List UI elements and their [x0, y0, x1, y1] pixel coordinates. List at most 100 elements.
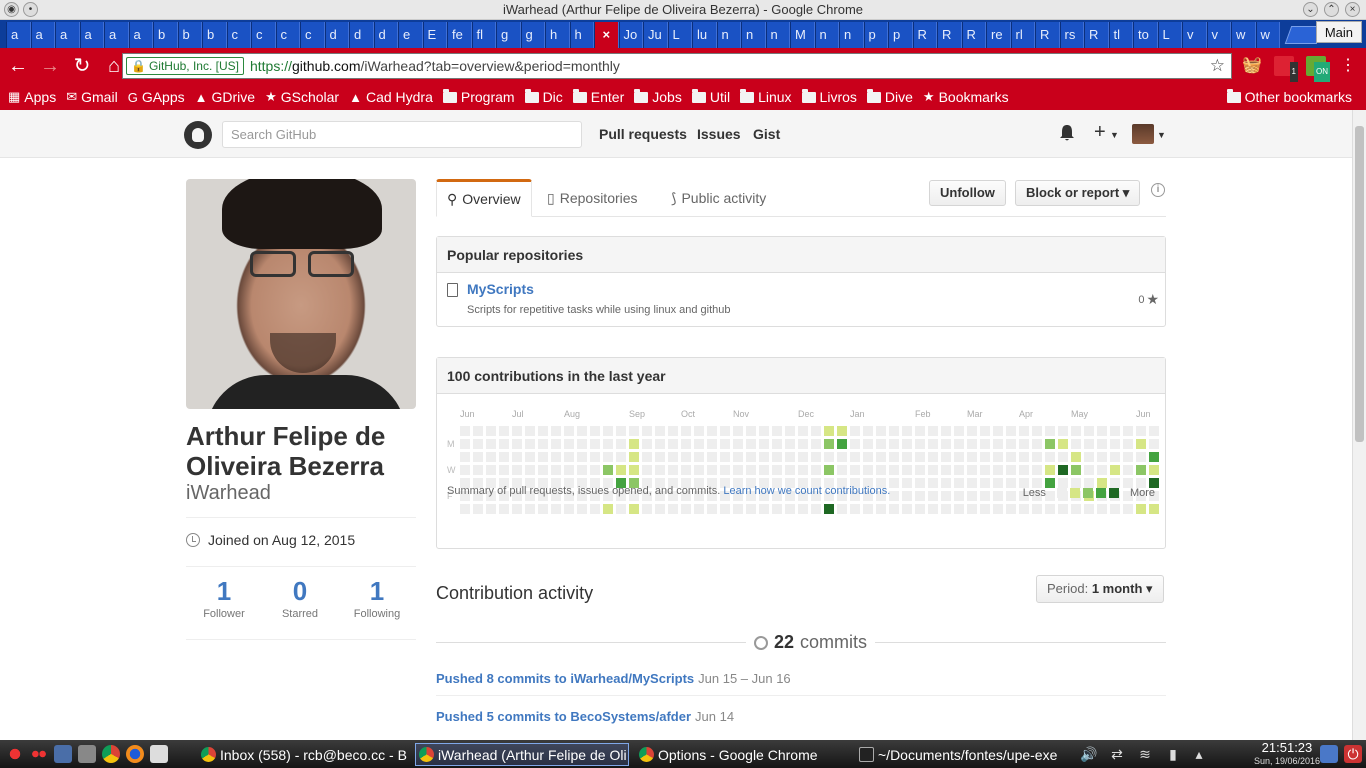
contribution-day[interactable]: [928, 491, 938, 501]
contribution-day[interactable]: [707, 452, 717, 462]
window-menu-icon[interactable]: •: [23, 2, 38, 17]
extension-calendar-icon[interactable]: 1: [1274, 56, 1298, 82]
contribution-day[interactable]: [720, 465, 730, 475]
contribution-day[interactable]: [707, 439, 717, 449]
contribution-day[interactable]: [980, 504, 990, 514]
launcher-dots-icon[interactable]: [30, 745, 48, 763]
browser-tab[interactable]: v: [1182, 22, 1207, 48]
github-logo-icon[interactable]: [184, 121, 212, 149]
contribution-day[interactable]: [941, 452, 951, 462]
contribution-day[interactable]: [967, 452, 977, 462]
bookmark-program[interactable]: Program: [442, 88, 515, 105]
contribution-day[interactable]: [1084, 426, 1094, 436]
contribution-day[interactable]: [863, 439, 873, 449]
contribution-day[interactable]: [1058, 426, 1068, 436]
contribution-day[interactable]: [694, 439, 704, 449]
contribution-day[interactable]: [642, 465, 652, 475]
contribution-day[interactable]: [1019, 452, 1029, 462]
contribution-day[interactable]: [954, 491, 964, 501]
chrome-launcher-icon[interactable]: [102, 745, 120, 763]
start-menu-icon[interactable]: [6, 745, 24, 763]
contribution-day[interactable]: [1019, 439, 1029, 449]
contribution-day[interactable]: [824, 439, 834, 449]
contribution-day[interactable]: [889, 426, 899, 436]
volume-icon[interactable]: 🔊: [1080, 745, 1098, 763]
contribution-day[interactable]: [993, 439, 1003, 449]
contribution-day[interactable]: [1110, 504, 1120, 514]
contribution-day[interactable]: [499, 426, 509, 436]
contribution-day[interactable]: [707, 504, 717, 514]
contribution-day[interactable]: [850, 426, 860, 436]
browser-tab[interactable]: e: [398, 22, 423, 48]
contribution-day[interactable]: [538, 504, 548, 514]
contribution-day[interactable]: [954, 426, 964, 436]
contribution-day[interactable]: [772, 465, 782, 475]
bookmark-gmail[interactable]: ✉ Gmail: [66, 89, 117, 105]
contribution-day[interactable]: [564, 504, 574, 514]
browser-tab[interactable]: R: [961, 22, 986, 48]
browser-tab[interactable]: E: [422, 22, 447, 48]
browser-tab[interactable]: w: [1255, 22, 1280, 48]
nav-issues[interactable]: Issues: [697, 126, 741, 142]
contribution-day[interactable]: [980, 491, 990, 501]
contribution-day[interactable]: [1149, 426, 1159, 436]
bookmark-enter[interactable]: Enter: [572, 88, 624, 105]
contribution-day[interactable]: [551, 465, 561, 475]
contribution-day[interactable]: [915, 452, 925, 462]
contribution-day[interactable]: [759, 465, 769, 475]
contribution-day[interactable]: [837, 504, 847, 514]
contribution-day[interactable]: [915, 478, 925, 488]
contribution-day[interactable]: [746, 504, 756, 514]
browser-tab[interactable]: lu: [692, 22, 717, 48]
wifi-icon[interactable]: ≋: [1136, 745, 1154, 763]
contribution-day[interactable]: [1019, 426, 1029, 436]
browser-tab[interactable]: tl: [1108, 22, 1133, 48]
browser-tab[interactable]: fe: [447, 22, 472, 48]
browser-tab[interactable]: n: [765, 22, 790, 48]
contribution-day[interactable]: [889, 491, 899, 501]
bookmark-gapps[interactable]: G GApps: [128, 89, 185, 105]
period-select[interactable]: Period: 1 month ▾: [1036, 575, 1164, 603]
contribution-day[interactable]: [525, 439, 535, 449]
contribution-day[interactable]: [850, 452, 860, 462]
contribution-day[interactable]: [967, 465, 977, 475]
contribution-day[interactable]: [629, 504, 639, 514]
contribution-day[interactable]: [1097, 465, 1107, 475]
browser-tab[interactable]: b: [202, 22, 227, 48]
contribution-day[interactable]: [1058, 465, 1068, 475]
contribution-day[interactable]: [577, 426, 587, 436]
contribution-day[interactable]: [512, 452, 522, 462]
contribution-day[interactable]: [980, 439, 990, 449]
contribution-day[interactable]: [1006, 465, 1016, 475]
browser-tab[interactable]: Ju: [643, 22, 668, 48]
contribution-day[interactable]: [603, 452, 613, 462]
contribution-day[interactable]: [499, 504, 509, 514]
contribution-day[interactable]: [720, 452, 730, 462]
contribution-day[interactable]: [941, 426, 951, 436]
other-bookmarks[interactable]: Other bookmarks: [1226, 84, 1352, 110]
contribution-day[interactable]: [1032, 504, 1042, 514]
contribution-day[interactable]: [941, 504, 951, 514]
contribution-day[interactable]: [655, 426, 665, 436]
bookmark-dive[interactable]: Dive: [866, 88, 913, 105]
contribution-day[interactable]: [1058, 504, 1068, 514]
taskbar-task-active[interactable]: iWarhead (Arthur Felipe de Oli: [415, 743, 629, 766]
contribution-day[interactable]: [876, 426, 886, 436]
contribution-day[interactable]: [993, 504, 1003, 514]
contribution-day[interactable]: [798, 452, 808, 462]
contribution-day[interactable]: [1084, 504, 1094, 514]
contribution-day[interactable]: [798, 504, 808, 514]
browser-tab[interactable]: b: [177, 22, 202, 48]
contribution-day[interactable]: [733, 426, 743, 436]
contribution-day[interactable]: [590, 465, 600, 475]
contribution-day[interactable]: [551, 504, 561, 514]
repo-link[interactable]: MyScripts: [467, 281, 534, 297]
contribution-day[interactable]: [759, 504, 769, 514]
learn-contributions-link[interactable]: Learn how we count contributions.: [723, 485, 890, 497]
browser-tab[interactable]: to: [1133, 22, 1158, 48]
contribution-day[interactable]: [564, 439, 574, 449]
repo-stars[interactable]: 0 ★: [1138, 291, 1159, 308]
show-desktop-icon[interactable]: [54, 745, 72, 763]
contribution-day[interactable]: [902, 452, 912, 462]
contribution-day[interactable]: [486, 452, 496, 462]
